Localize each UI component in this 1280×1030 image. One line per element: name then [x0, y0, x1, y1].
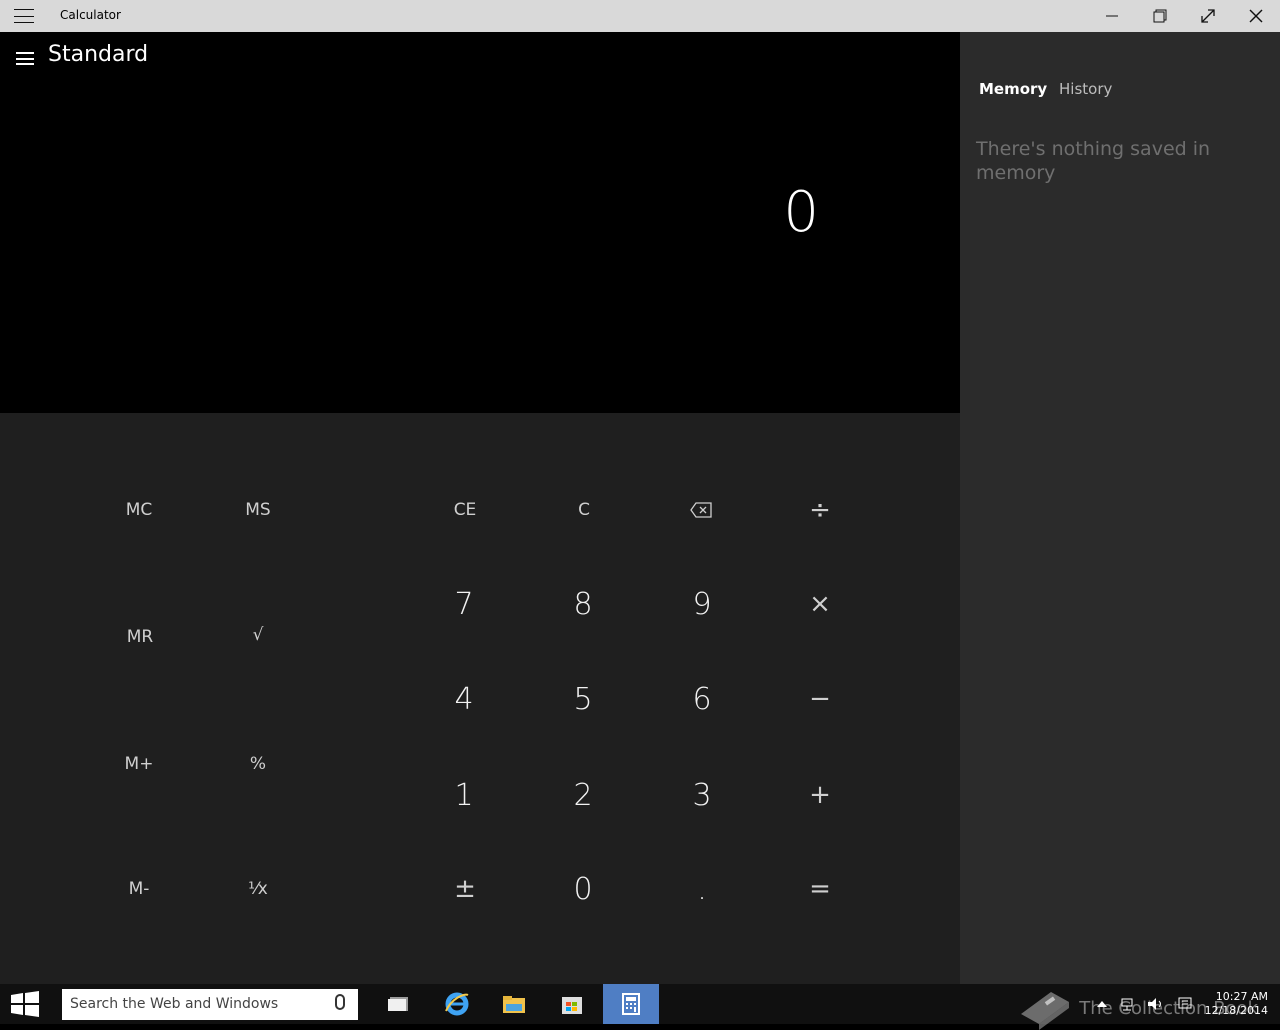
tab-memory[interactable]: Memory — [979, 80, 1047, 98]
file-explorer-icon — [503, 996, 525, 1013]
digit-7-button[interactable]: 7 — [414, 574, 514, 634]
clock-time: 10:27 AM — [1215, 990, 1268, 1003]
system-tray: 10:27 AM 12/18/2014 — [1096, 984, 1268, 1024]
close-icon — [1249, 9, 1263, 23]
clock-date: 12/18/2014 — [1204, 1004, 1268, 1017]
close-button[interactable] — [1232, 0, 1280, 32]
mr-button[interactable]: MR — [90, 607, 190, 667]
taskbar: Search the Web and Windows The Collectio… — [0, 984, 1280, 1030]
m-plus-button[interactable]: M+ — [89, 734, 189, 794]
start-button[interactable] — [0, 984, 50, 1024]
minimize-button[interactable] — [1088, 0, 1136, 32]
store-icon — [562, 997, 582, 1014]
mc-button[interactable]: MC — [89, 480, 189, 540]
task-view-icon — [388, 997, 408, 1011]
digit-1-button[interactable]: 1 — [414, 765, 514, 825]
clear-entry-button[interactable]: CE — [415, 480, 515, 540]
microphone-icon[interactable] — [335, 994, 345, 1010]
windows-logo-icon — [11, 991, 39, 1017]
network-icon[interactable] — [1119, 996, 1135, 1012]
store-button[interactable] — [544, 984, 600, 1024]
restore-icon — [1153, 9, 1167, 23]
calculator-icon — [622, 993, 640, 1015]
restore-button[interactable] — [1136, 0, 1184, 32]
book-logo-icon — [1021, 992, 1070, 1030]
add-button[interactable]: + — [770, 765, 870, 825]
backspace-button[interactable] — [651, 480, 751, 540]
memory-history-panel: Memory History There's nothing saved in … — [960, 32, 1280, 984]
taskbar-search-input[interactable]: Search the Web and Windows — [62, 989, 358, 1020]
internet-explorer-button[interactable] — [429, 984, 485, 1024]
decimal-button[interactable]: . — [652, 859, 752, 919]
subtract-button[interactable]: − — [770, 669, 870, 729]
negate-button[interactable]: ± — [415, 859, 515, 919]
task-view-button[interactable] — [371, 984, 427, 1024]
calculator-taskbar-button[interactable] — [603, 984, 659, 1024]
square-root-button[interactable]: √ — [208, 605, 308, 665]
file-explorer-button[interactable] — [486, 984, 542, 1024]
clock[interactable]: 10:27 AM 12/18/2014 — [1205, 990, 1268, 1018]
titlebar-menu-icon[interactable] — [14, 9, 34, 23]
volume-icon[interactable] — [1147, 996, 1165, 1012]
m-minus-button[interactable]: M- — [89, 859, 189, 919]
digit-0-button[interactable]: 0 — [533, 859, 633, 919]
clear-button[interactable]: C — [534, 480, 634, 540]
digit-5-button[interactable]: 5 — [533, 669, 633, 729]
action-center-icon[interactable] — [1177, 996, 1193, 1012]
tab-history[interactable]: History — [1059, 80, 1112, 98]
multiply-button[interactable]: × — [770, 574, 870, 634]
internet-explorer-icon — [445, 992, 469, 1016]
mode-title: Standard — [48, 42, 149, 67]
reciprocal-button[interactable]: ¹⁄x — [208, 859, 308, 919]
equals-button[interactable]: = — [770, 859, 870, 919]
minimize-icon — [1106, 15, 1118, 17]
expand-icon — [1201, 9, 1215, 23]
digit-9-button[interactable]: 9 — [652, 574, 752, 634]
digit-8-button[interactable]: 8 — [533, 574, 633, 634]
fullscreen-button[interactable] — [1184, 0, 1232, 32]
window-title: Calculator — [60, 8, 121, 22]
backspace-icon — [690, 502, 712, 518]
divide-button[interactable]: ÷ — [770, 480, 870, 540]
memory-empty-message: There's nothing saved in memory — [976, 138, 1211, 184]
navigation-menu-icon[interactable] — [16, 52, 34, 65]
title-bar: Calculator — [0, 0, 1280, 32]
digit-6-button[interactable]: 6 — [652, 669, 752, 729]
digit-2-button[interactable]: 2 — [533, 765, 633, 825]
calculator-area: Standard 0 MC MS MR √ M+ % M- ¹⁄x CE C ÷… — [0, 32, 960, 984]
digit-4-button[interactable]: 4 — [414, 669, 514, 729]
result-display: 0 — [783, 180, 819, 245]
ms-button[interactable]: MS — [208, 480, 308, 540]
keypad: MC MS MR √ M+ % M- ¹⁄x CE C ÷ 7 8 9 × 4 … — [0, 413, 960, 984]
digit-3-button[interactable]: 3 — [652, 765, 752, 825]
percent-button[interactable]: % — [208, 734, 308, 794]
show-hidden-icons-icon[interactable] — [1096, 1000, 1107, 1008]
